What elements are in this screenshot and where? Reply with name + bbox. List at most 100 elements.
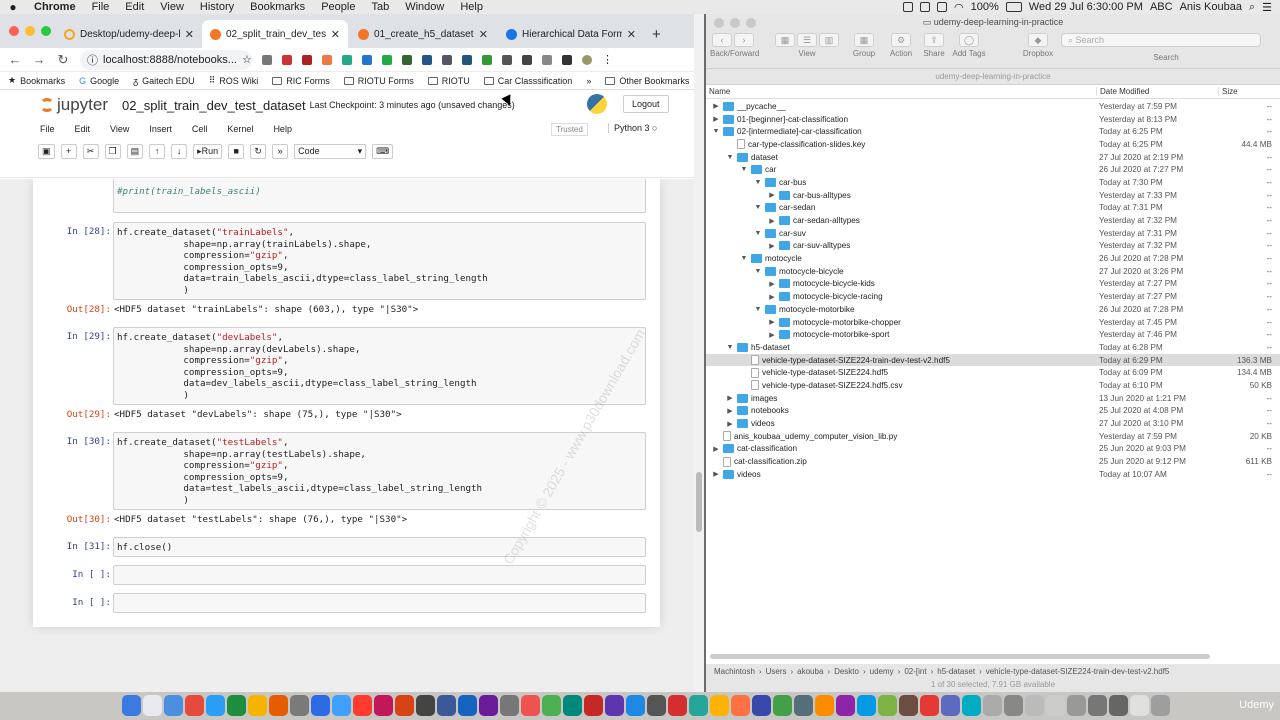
notification-icon[interactable]: ☰: [1262, 1, 1272, 14]
column-name[interactable]: Name: [706, 87, 1096, 96]
folder-row[interactable]: ▶ car-suv-alltypes Yesterday at 7:32 PM --: [706, 240, 1280, 253]
bookmark-star-icon[interactable]: ☆: [242, 53, 252, 66]
jmenu-cell[interactable]: Cell: [192, 124, 208, 134]
jmenu-file[interactable]: File: [40, 124, 55, 134]
disclosure-closed-icon[interactable]: ▶: [712, 445, 720, 453]
folder-row[interactable]: ▼ car-sedan Today at 7:31 PM --: [706, 202, 1280, 215]
disclosure-open-icon[interactable]: ▼: [712, 128, 720, 135]
battery-percent[interactable]: 100%: [971, 1, 999, 13]
dock-app-icon[interactable]: [416, 695, 435, 716]
disclosure-closed-icon[interactable]: ▶: [768, 280, 776, 288]
horizontal-scrollbar[interactable]: [706, 653, 1280, 661]
code-editor[interactable]: hf.create_dataset("trainLabels", shape=n…: [113, 222, 646, 300]
menu-bookmarks[interactable]: Bookmarks: [242, 1, 313, 13]
input-source[interactable]: ABC: [1150, 1, 1173, 13]
dock-app-icon[interactable]: [290, 695, 309, 716]
bookmark-gaitech[interactable]: ᵹ Gaitech EDU: [133, 76, 195, 86]
path-segment[interactable]: akouba: [797, 667, 823, 676]
code-editor[interactable]: [113, 565, 646, 585]
back-icon[interactable]: ←: [8, 52, 22, 67]
extension-icon[interactable]: [402, 54, 412, 65]
extension-icon[interactable]: [542, 54, 552, 65]
dock-app-icon[interactable]: [500, 695, 519, 716]
move-down-icon[interactable]: ↓: [171, 144, 188, 159]
new-tab-button[interactable]: +: [652, 26, 661, 43]
dock-app-icon[interactable]: [437, 695, 456, 716]
dock-app-icon[interactable]: [185, 695, 204, 716]
interrupt-icon[interactable]: ■: [228, 144, 245, 159]
trusted-badge[interactable]: Trusted: [551, 123, 588, 136]
bookmark-ric-forms[interactable]: RIC Forms: [272, 76, 330, 86]
dock-app-icon[interactable]: [164, 695, 183, 716]
folder-row[interactable]: ▶ videos Today at 10:07 AM --: [706, 468, 1280, 481]
extension-icon[interactable]: [502, 54, 512, 65]
disclosure-closed-icon[interactable]: ▶: [712, 102, 720, 110]
dock-app-icon[interactable]: [962, 695, 981, 716]
file-row[interactable]: vehicle-type-dataset-SIZE224.hdf5.csv Tod…: [706, 379, 1280, 392]
dock-app-icon[interactable]: [1109, 695, 1128, 716]
folder-row[interactable]: ▼ h5-dataset Today at 6:28 PM --: [706, 341, 1280, 354]
spotlight-icon[interactable]: ⌕: [1249, 1, 1255, 14]
path-segment[interactable]: 02-[int: [904, 667, 926, 676]
code-editor[interactable]: hf.create_dataset("devLabels", shape=np.…: [113, 327, 646, 405]
back-icon[interactable]: ‹: [712, 33, 732, 47]
close-tab-icon[interactable]: ✕: [331, 28, 340, 41]
disclosure-closed-icon[interactable]: ▶: [768, 331, 776, 339]
disclosure-closed-icon[interactable]: ▶: [726, 407, 734, 415]
icon-view-icon[interactable]: ▦: [775, 33, 795, 47]
cut-icon[interactable]: ✂: [82, 144, 99, 159]
disclosure-closed-icon[interactable]: ▶: [712, 115, 720, 123]
clock[interactable]: Wed 29 Jul 6:30:00 PM: [1029, 1, 1143, 13]
folder-row[interactable]: ▼ motocycle-motorbike 26 Jul 2020 at 7:28 …: [706, 303, 1280, 316]
column-date[interactable]: Date Modified: [1096, 87, 1218, 96]
folder-row[interactable]: ▶ motocycle-bicycle-racing Yesterday at 7:…: [706, 290, 1280, 303]
folder-row[interactable]: ▶ car-bus-alltypes Yesterday at 7:33 PM --: [706, 189, 1280, 202]
save-icon[interactable]: ▣: [38, 144, 55, 159]
dock-app-icon[interactable]: [332, 695, 351, 716]
extension-icon[interactable]: [522, 54, 532, 65]
avatar[interactable]: [582, 54, 592, 65]
disclosure-open-icon[interactable]: ▼: [754, 204, 762, 211]
disclosure-open-icon[interactable]: ▼: [754, 179, 762, 186]
extension-icon[interactable]: [422, 54, 432, 65]
dock-app-icon[interactable]: [899, 695, 918, 716]
path-segment[interactable]: h5-dataset: [937, 667, 975, 676]
bookmark-car-classification[interactable]: Car Classsification: [483, 76, 572, 86]
notebook-name[interactable]: 02_split_train_dev_test_dataset: [122, 98, 306, 113]
keyboard-icon[interactable]: ⌨: [372, 144, 394, 159]
folder-row[interactable]: ▶ motocycle-bicycle-kids Yesterday at 7:27…: [706, 278, 1280, 291]
minimize-window-button[interactable]: [25, 26, 35, 36]
path-segment[interactable]: Machintosh: [714, 667, 755, 676]
dock-app-icon[interactable]: [521, 695, 540, 716]
file-row[interactable]: cat-classification.zip 25 Jun 2020 at 9:1…: [706, 455, 1280, 468]
page-scrollbar[interactable]: [694, 14, 704, 692]
extension-icon[interactable]: [302, 54, 312, 65]
dock-app-icon[interactable]: [374, 695, 393, 716]
dock-app-icon[interactable]: [269, 695, 288, 716]
code-editor[interactable]: hf.close(): [113, 537, 646, 557]
list-view-icon[interactable]: ☰: [797, 33, 817, 47]
dock-app-icon[interactable]: [773, 695, 792, 716]
extension-icon[interactable]: [322, 54, 332, 65]
disclosure-closed-icon[interactable]: ▶: [768, 293, 776, 301]
bookmark-riotu-forms[interactable]: RIOTU Forms: [343, 76, 414, 86]
path-segment[interactable]: udemy: [870, 667, 894, 676]
dock-app-icon[interactable]: [227, 695, 246, 716]
dock-app-icon[interactable]: [1004, 695, 1023, 716]
bookmark-google[interactable]: G Google: [79, 76, 119, 86]
dock-app-icon[interactable]: [1046, 695, 1065, 716]
share-icon[interactable]: ⇪: [924, 33, 944, 47]
folder-row[interactable]: ▼ motocycle 26 Jul 2020 at 7:28 PM --: [706, 252, 1280, 265]
status-icon[interactable]: [937, 2, 948, 12]
reload-icon[interactable]: ↻: [56, 52, 70, 68]
dock-app-icon[interactable]: [563, 695, 582, 716]
jmenu-insert[interactable]: Insert: [149, 124, 172, 134]
copy-icon[interactable]: ❐: [104, 144, 121, 159]
run-button[interactable]: ▸Run: [193, 144, 223, 159]
dock-app-icon[interactable]: [542, 695, 561, 716]
dock-app-icon[interactable]: [1025, 695, 1044, 716]
disclosure-closed-icon[interactable]: ▶: [768, 217, 776, 225]
folder-row[interactable]: ▶ motocycle-motorbike-chopper Yesterday at…: [706, 316, 1280, 329]
jmenu-help[interactable]: Help: [273, 124, 292, 134]
apple-icon[interactable]: ●: [0, 0, 26, 14]
